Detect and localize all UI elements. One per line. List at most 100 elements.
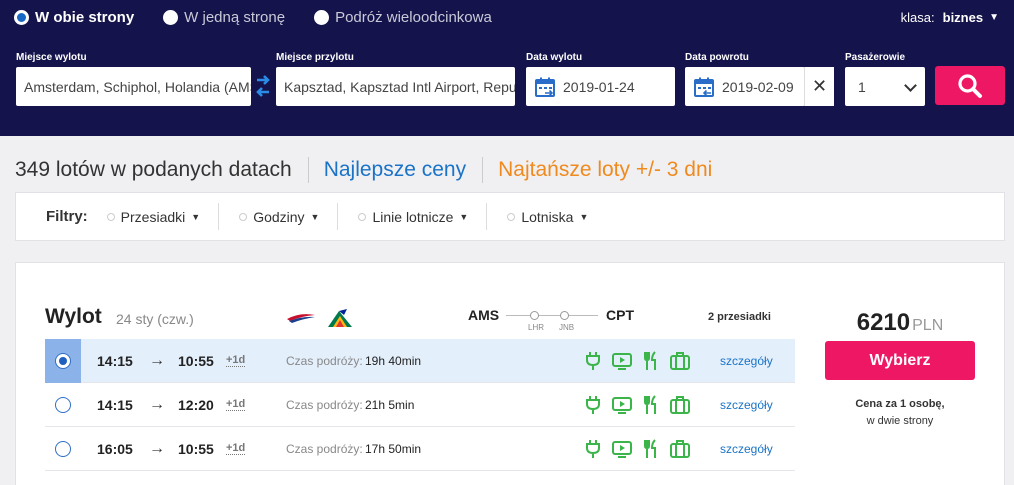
leg-date: 24 sty (czw.) bbox=[116, 311, 194, 327]
divider bbox=[307, 157, 309, 183]
best-prices-link[interactable]: Najlepsze ceny bbox=[324, 158, 466, 182]
leg-title: Wylot bbox=[45, 305, 102, 328]
price-currency: PLN bbox=[912, 317, 944, 334]
amenities bbox=[585, 395, 701, 415]
caret-down-icon: ▼ bbox=[989, 12, 999, 23]
meal-icon bbox=[644, 439, 656, 458]
price-note-per-person: Cena za 1 osobę, bbox=[855, 398, 945, 410]
from-label: Miejsce wylotu bbox=[16, 52, 87, 63]
radio-icon bbox=[163, 10, 179, 25]
radio-icon bbox=[314, 10, 330, 25]
departure-time: 14:15 bbox=[97, 352, 133, 369]
price-value: 6210 PLN bbox=[857, 309, 944, 336]
search-button[interactable] bbox=[935, 66, 1005, 105]
select-flight-button[interactable]: Wybierz bbox=[825, 341, 975, 380]
duration-value: 17h 50min bbox=[365, 441, 422, 456]
british-airways-logo-icon bbox=[287, 314, 315, 323]
trip-type-multi-city[interactable]: Podróż wieloodcinkowa bbox=[314, 9, 492, 26]
filter-hours[interactable]: Godziny ▼ bbox=[239, 203, 339, 230]
return-date-value: 2019-02-09 bbox=[722, 78, 794, 95]
departure-time: 16:05 bbox=[97, 440, 133, 457]
flight-option-radio[interactable] bbox=[55, 441, 71, 457]
trip-type-label: W jedną stronę bbox=[184, 9, 286, 26]
clear-return-date-button[interactable]: ✕ bbox=[804, 67, 834, 106]
trip-type-label: Podróż wieloodcinkowa bbox=[335, 9, 492, 26]
filter-label: Przesiadki bbox=[120, 208, 186, 225]
baggage-icon bbox=[670, 396, 690, 414]
divider bbox=[482, 157, 484, 183]
caret-down-icon: ▼ bbox=[310, 211, 320, 222]
trip-type-selector: W obie strony W jedną stronę Podróż wiel… bbox=[14, 9, 521, 26]
origin-code: AMS bbox=[468, 307, 500, 323]
return-date-input[interactable]: 2019-02-09 bbox=[685, 67, 805, 106]
depart-date-input[interactable]: 2019-01-24 bbox=[526, 67, 675, 106]
search-header: W obie strony W jedną stronę Podróż wiel… bbox=[0, 0, 1014, 136]
trip-type-round-trip[interactable]: W obie strony bbox=[14, 9, 134, 26]
baggage-icon bbox=[670, 352, 690, 370]
details-link[interactable]: szczegóły bbox=[720, 398, 773, 412]
duration-value: 21h 5min bbox=[365, 397, 415, 412]
filter-airlines[interactable]: Linie lotnicze ▼ bbox=[358, 203, 488, 230]
filter-stops[interactable]: Przesiadki ▼ bbox=[106, 203, 220, 230]
filter-label: Lotniska bbox=[521, 208, 574, 225]
passengers-value: 1 bbox=[858, 78, 866, 95]
details-link[interactable]: szczegóły bbox=[720, 442, 773, 456]
power-outlet-icon bbox=[586, 396, 600, 414]
south-african-airways-logo-icon bbox=[328, 309, 352, 327]
arrival-time: 12:20 bbox=[178, 396, 214, 413]
from-input[interactable]: Amsterdam, Schiphol, Holandia (AMS) bbox=[16, 67, 251, 106]
duration-label: Czas podróży: bbox=[286, 353, 363, 368]
radio-icon bbox=[14, 10, 29, 25]
stop-marker-icon bbox=[530, 311, 539, 320]
arrow-right-icon: → bbox=[149, 439, 165, 457]
duration-label: Czas podróży: bbox=[286, 397, 363, 412]
trip-type-one-way[interactable]: W jedną stronę bbox=[163, 9, 285, 26]
price-note: Cena za 1 osobę, w dwie strony bbox=[824, 396, 976, 430]
stops-count: 2 przesiadki bbox=[708, 311, 771, 323]
airline-logos bbox=[286, 307, 355, 329]
filter-dot-icon bbox=[507, 212, 516, 221]
swap-icon[interactable] bbox=[255, 72, 271, 100]
filter-label: Godziny bbox=[253, 208, 305, 225]
arrow-right-icon: → bbox=[149, 351, 165, 369]
destination-code: CPT bbox=[606, 307, 634, 323]
cabin-class-value: biznes bbox=[942, 10, 984, 25]
filter-airports[interactable]: Lotniska ▼ bbox=[507, 203, 606, 230]
entertainment-screen-icon bbox=[612, 353, 632, 370]
caret-down-icon: ▼ bbox=[191, 211, 201, 222]
flight-option-row[interactable]: 14:15 → 10:55 +1d Czas podróży: 19h 40mi… bbox=[45, 339, 795, 383]
filter-dot-icon bbox=[239, 212, 248, 221]
flight-option-radio[interactable] bbox=[55, 353, 71, 369]
arrow-right-icon: → bbox=[149, 395, 165, 413]
results-summary: 349 lotów w podanych datach Najlepsze ce… bbox=[15, 157, 712, 183]
cheapest-flexible-link[interactable]: Najtańsze loty +/- 3 dni bbox=[498, 158, 712, 182]
to-input[interactable]: Kapsztad, Kapsztad Intl Airport, Republi… bbox=[276, 67, 515, 106]
amenities bbox=[585, 439, 701, 459]
stop-label: JNB bbox=[559, 323, 575, 332]
next-day-badge[interactable]: +1d bbox=[226, 354, 246, 367]
details-link[interactable]: szczegóły bbox=[720, 354, 773, 368]
duration-label: Czas podróży: bbox=[286, 441, 363, 456]
next-day-badge[interactable]: +1d bbox=[226, 442, 246, 455]
duration-value: 19h 40min bbox=[365, 353, 422, 368]
flight-option-row[interactable]: 16:05 → 10:55 +1d Czas podróży: 17h 50mi… bbox=[45, 427, 795, 471]
meal-icon bbox=[644, 395, 656, 414]
flight-option-row[interactable]: 14:15 → 12:20 +1d Czas podróży: 21h 5min… bbox=[45, 383, 795, 427]
filters-label: Filtry: bbox=[46, 208, 88, 225]
passengers-select[interactable]: 1 bbox=[845, 67, 925, 106]
cabin-class-label: klasa: bbox=[900, 10, 935, 25]
results-count: 349 lotów w podanych datach bbox=[15, 158, 292, 181]
next-day-badge[interactable]: +1d bbox=[226, 398, 246, 411]
from-value: Amsterdam, Schiphol, Holandia (AMS) bbox=[24, 78, 251, 95]
calendar-icon bbox=[535, 77, 555, 97]
departure-time: 14:15 bbox=[97, 396, 133, 413]
stop-label: LHR bbox=[528, 323, 545, 332]
power-outlet-icon bbox=[586, 440, 600, 458]
power-outlet-icon bbox=[586, 352, 600, 370]
caret-down-icon: ▼ bbox=[459, 211, 469, 222]
caret-down-icon: ▼ bbox=[579, 211, 589, 222]
flight-option-radio[interactable] bbox=[55, 397, 71, 413]
cabin-class-selector[interactable]: klasa: biznes ▼ bbox=[901, 10, 999, 25]
arrival-time: 10:55 bbox=[178, 352, 214, 369]
stop-marker-icon bbox=[560, 311, 569, 320]
